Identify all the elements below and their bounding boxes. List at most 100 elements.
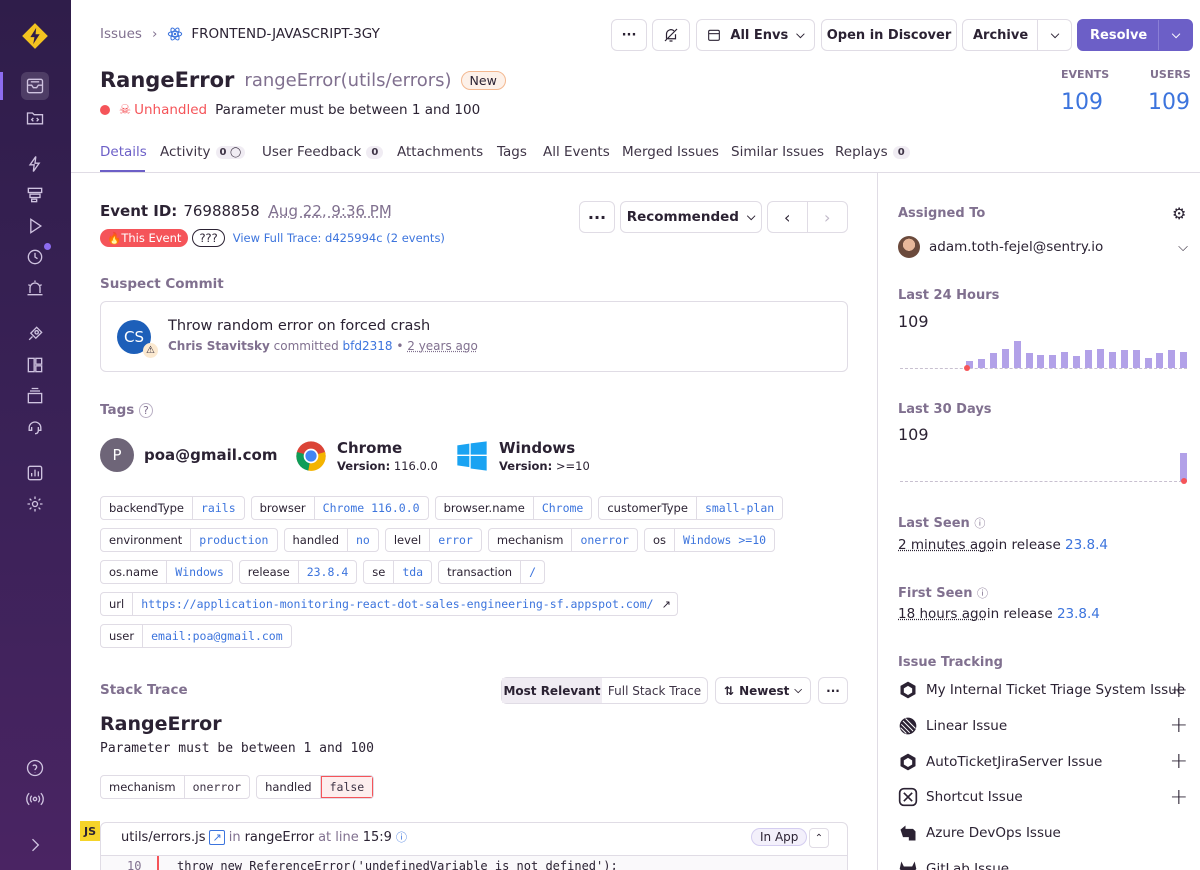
commit-hash-link[interactable]: bfd2318 bbox=[343, 339, 393, 353]
add-icon[interactable]: + bbox=[1170, 713, 1188, 738]
issue-tracker-item[interactable]: AutoTicketJiraServer Issue + bbox=[898, 749, 1188, 774]
issue-tracker-item[interactable]: My Internal Ticket Triage System Issue + bbox=[898, 678, 1188, 703]
resolve-button[interactable]: Resolve ⌵ bbox=[1077, 19, 1193, 51]
tag-pill[interactable]: os.name Windows bbox=[100, 560, 233, 584]
add-icon[interactable]: + bbox=[1170, 749, 1188, 774]
assignee-select[interactable]: adam.toth-fejel@sentry.io ⌵ bbox=[898, 236, 1188, 258]
stack-frame[interactable]: JS utils/errors.js ↗ in rangeError at li… bbox=[80, 821, 848, 870]
chart-bar[interactable] bbox=[1073, 356, 1081, 368]
first-release-link[interactable]: 23.8.4 bbox=[1057, 606, 1100, 622]
mute-button[interactable] bbox=[652, 19, 690, 51]
stack-more-button[interactable]: ··· bbox=[818, 677, 848, 704]
chart-bar[interactable] bbox=[1096, 348, 1104, 368]
discover-nav-icon[interactable] bbox=[21, 382, 49, 410]
tag-value[interactable]: small-plan bbox=[697, 497, 782, 519]
tag-value[interactable]: Chrome 116.0.0 bbox=[315, 497, 428, 519]
tag-value[interactable]: tda bbox=[394, 561, 431, 583]
chart-bar[interactable] bbox=[1049, 354, 1057, 368]
open-link-icon[interactable]: ↗ bbox=[209, 829, 225, 845]
tag-value[interactable]: https://application-monitoring-react-dot… bbox=[133, 593, 661, 615]
replays-nav-icon[interactable] bbox=[21, 212, 49, 240]
next-event-button[interactable]: › bbox=[808, 202, 848, 232]
chart-bar[interactable] bbox=[1037, 354, 1045, 368]
chart-bar[interactable] bbox=[1108, 351, 1116, 368]
add-icon[interactable]: + bbox=[1170, 785, 1188, 810]
tag-pill[interactable]: se tda bbox=[363, 560, 433, 584]
alerts-nav-icon[interactable] bbox=[21, 274, 49, 302]
chart-bar[interactable] bbox=[1061, 351, 1069, 368]
external-link-icon[interactable]: ↗ bbox=[662, 593, 677, 615]
tab-replays[interactable]: Replays 0 bbox=[835, 144, 910, 160]
help-nav-icon[interactable] bbox=[21, 754, 49, 782]
most-relevant-button[interactable]: Most Relevant bbox=[502, 678, 602, 703]
add-icon[interactable]: + bbox=[1170, 678, 1188, 703]
tag-value[interactable]: 23.8.4 bbox=[299, 561, 357, 583]
tag-pill[interactable]: backendType rails bbox=[100, 496, 245, 520]
chart-bar[interactable] bbox=[989, 353, 997, 368]
tab-user-feedback[interactable]: User Feedback 0 bbox=[262, 144, 384, 160]
tab-similar-issues[interactable]: Similar Issues bbox=[731, 144, 824, 160]
chart-bar[interactable] bbox=[1156, 353, 1164, 368]
tag-value[interactable]: rails bbox=[193, 497, 244, 519]
full-stack-trace-button[interactable]: Full Stack Trace bbox=[602, 678, 707, 703]
tag-value[interactable]: onerror bbox=[572, 529, 636, 551]
environment-select[interactable]: All Envs ⌵ bbox=[696, 19, 815, 51]
chart-bar[interactable] bbox=[1025, 353, 1033, 368]
collapse-frame-button[interactable]: ⌃ bbox=[809, 828, 829, 848]
breadcrumb-issues[interactable]: Issues bbox=[100, 26, 142, 42]
view-full-trace-link[interactable]: View Full Trace: d425994c (2 events) bbox=[233, 231, 445, 245]
tag-pill[interactable]: browser.name Chrome bbox=[434, 496, 593, 520]
tag-value[interactable]: Windows bbox=[167, 561, 231, 583]
open-in-discover-button[interactable]: Open in Discover bbox=[821, 19, 957, 51]
issue-tracker-item[interactable]: Shortcut Issue + bbox=[898, 785, 1188, 810]
issue-tracker-item[interactable]: GitLab Issue bbox=[898, 858, 1188, 870]
support-nav-icon[interactable] bbox=[21, 413, 49, 441]
events-count[interactable]: 109 bbox=[1061, 90, 1103, 115]
chart-bar[interactable] bbox=[1001, 348, 1009, 368]
chart-bar[interactable] bbox=[1168, 350, 1176, 368]
issue-tracker-item[interactable]: Linear Issue + bbox=[898, 713, 1188, 738]
chart-bar[interactable] bbox=[1144, 357, 1152, 368]
breadcrumb-project[interactable]: FRONTEND-JAVASCRIPT-3GY bbox=[191, 26, 380, 42]
tab-details[interactable]: Details bbox=[100, 144, 147, 160]
tab-activity[interactable]: Activity 0 ◯ bbox=[160, 144, 246, 160]
users-count[interactable]: 109 bbox=[1148, 90, 1190, 115]
projects-nav-icon[interactable] bbox=[21, 104, 49, 132]
archive-dropdown-icon[interactable]: ⌵ bbox=[1037, 20, 1072, 50]
broadcast-nav-icon[interactable] bbox=[21, 785, 49, 813]
more-actions-button[interactable]: ··· bbox=[611, 19, 647, 51]
stats-nav-icon[interactable] bbox=[21, 459, 49, 487]
sort-select[interactable]: ⇅ Newest ⌵ bbox=[715, 677, 811, 704]
dashboards-nav-icon[interactable] bbox=[21, 351, 49, 379]
performance-nav-icon[interactable] bbox=[21, 150, 49, 178]
event-more-button[interactable]: ··· bbox=[579, 201, 615, 233]
resolve-dropdown-icon[interactable]: ⌵ bbox=[1158, 20, 1193, 50]
tag-value[interactable]: Chrome bbox=[534, 497, 592, 519]
tag-value[interactable]: / bbox=[521, 561, 544, 583]
tag-value[interactable]: Windows >=10 bbox=[675, 529, 774, 551]
tag-pill[interactable]: handled no bbox=[283, 528, 379, 552]
tag-value[interactable]: error bbox=[430, 529, 481, 551]
chart-bar[interactable] bbox=[1085, 350, 1092, 368]
tag-value[interactable]: no bbox=[348, 529, 378, 551]
tag-pill[interactable]: environment production bbox=[100, 528, 278, 552]
releases-nav-icon[interactable] bbox=[21, 320, 49, 348]
sentry-logo-icon[interactable] bbox=[21, 22, 49, 50]
tag-pill[interactable]: os Windows >=10 bbox=[643, 528, 776, 552]
profiling-nav-icon[interactable] bbox=[21, 181, 49, 209]
chart-bar[interactable] bbox=[1120, 350, 1128, 368]
tag-pill[interactable]: customerType small-plan bbox=[598, 496, 784, 520]
tag-pill[interactable]: transaction / bbox=[438, 560, 546, 584]
tab-tags[interactable]: Tags bbox=[497, 144, 527, 160]
issues-nav-icon[interactable] bbox=[21, 72, 49, 100]
gear-icon[interactable]: ⚙ bbox=[1172, 204, 1186, 223]
archive-button[interactable]: Archive ⌵ bbox=[962, 19, 1072, 51]
chart-bar[interactable] bbox=[1132, 350, 1140, 368]
tag-pill[interactable]: url https://application-monitoring-react-… bbox=[100, 592, 678, 616]
tag-pill[interactable]: mechanism onerror bbox=[487, 528, 638, 552]
tag-pill[interactable]: release 23.8.4 bbox=[238, 560, 358, 584]
tab-all-events[interactable]: All Events bbox=[543, 144, 610, 160]
tag-pill[interactable]: level error bbox=[384, 528, 482, 552]
chart-bar[interactable] bbox=[977, 359, 985, 368]
previous-event-button[interactable]: ‹ bbox=[768, 202, 808, 232]
